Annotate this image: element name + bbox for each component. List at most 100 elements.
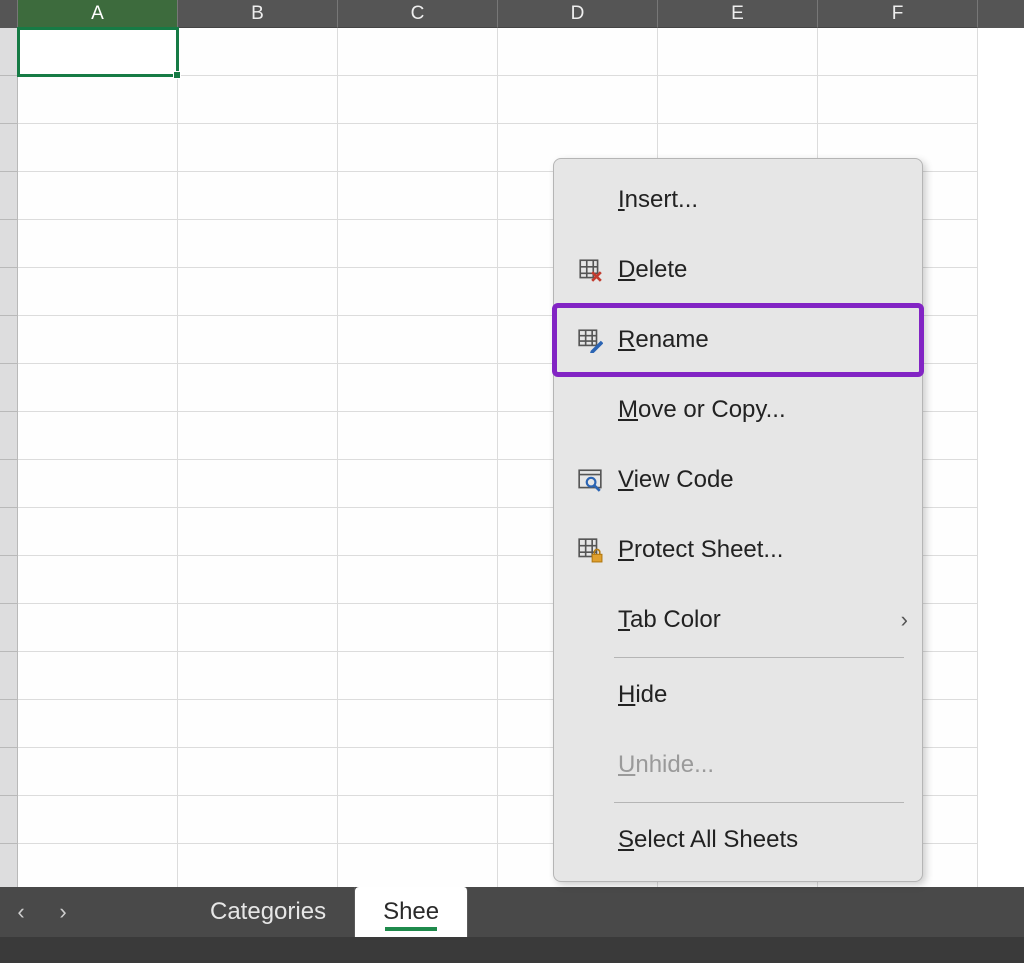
cell[interactable] bbox=[338, 652, 498, 700]
cell[interactable] bbox=[178, 556, 338, 604]
cell[interactable] bbox=[338, 28, 498, 76]
row-header[interactable] bbox=[0, 364, 18, 412]
cell[interactable] bbox=[338, 700, 498, 748]
row-header[interactable] bbox=[0, 604, 18, 652]
cell[interactable] bbox=[178, 748, 338, 796]
cell[interactable] bbox=[178, 316, 338, 364]
menu-item-protect[interactable]: Protect Sheet... bbox=[554, 515, 922, 585]
menu-item-viewcode[interactable]: View Code bbox=[554, 445, 922, 515]
menu-item-delete[interactable]: Delete bbox=[554, 235, 922, 305]
cell[interactable] bbox=[178, 844, 338, 892]
cell[interactable] bbox=[18, 28, 178, 76]
cell[interactable] bbox=[178, 460, 338, 508]
row-header[interactable] bbox=[0, 460, 18, 508]
cell[interactable] bbox=[178, 268, 338, 316]
cell[interactable] bbox=[178, 796, 338, 844]
cell[interactable] bbox=[178, 76, 338, 124]
cell[interactable] bbox=[18, 652, 178, 700]
row-header[interactable] bbox=[0, 700, 18, 748]
cell[interactable] bbox=[658, 76, 818, 124]
column-header-B[interactable]: B bbox=[178, 0, 338, 28]
cell[interactable] bbox=[338, 268, 498, 316]
cell[interactable] bbox=[338, 76, 498, 124]
select-all-corner[interactable] bbox=[0, 0, 18, 28]
sheet-nav-prev[interactable]: ‹ bbox=[0, 887, 42, 937]
cell[interactable] bbox=[338, 556, 498, 604]
cell[interactable] bbox=[818, 28, 978, 76]
column-header-F[interactable]: F bbox=[818, 0, 978, 28]
cell[interactable] bbox=[338, 124, 498, 172]
cell[interactable] bbox=[18, 748, 178, 796]
row-header[interactable] bbox=[0, 508, 18, 556]
cell[interactable] bbox=[18, 844, 178, 892]
cell[interactable] bbox=[18, 700, 178, 748]
cell[interactable] bbox=[178, 364, 338, 412]
cell[interactable] bbox=[178, 412, 338, 460]
cell[interactable] bbox=[338, 460, 498, 508]
row-header[interactable] bbox=[0, 172, 18, 220]
row-header[interactable] bbox=[0, 76, 18, 124]
menu-item-tabcolor[interactable]: Tab Color› bbox=[554, 585, 922, 655]
cell[interactable] bbox=[658, 28, 818, 76]
cell[interactable] bbox=[18, 124, 178, 172]
row-header[interactable] bbox=[0, 412, 18, 460]
cell[interactable] bbox=[338, 412, 498, 460]
cell[interactable] bbox=[178, 220, 338, 268]
cell[interactable] bbox=[338, 748, 498, 796]
menu-item-move[interactable]: Move or Copy... bbox=[554, 375, 922, 445]
cell[interactable] bbox=[338, 316, 498, 364]
cell[interactable] bbox=[178, 28, 338, 76]
row-header[interactable] bbox=[0, 652, 18, 700]
cell[interactable] bbox=[338, 364, 498, 412]
row-header[interactable] bbox=[0, 748, 18, 796]
cell[interactable] bbox=[338, 508, 498, 556]
column-header-D[interactable]: D bbox=[498, 0, 658, 28]
cell[interactable] bbox=[338, 220, 498, 268]
cell[interactable] bbox=[18, 604, 178, 652]
sheet-tab-categories[interactable]: Categories bbox=[182, 887, 355, 937]
fill-handle[interactable] bbox=[173, 71, 181, 79]
row-header[interactable] bbox=[0, 796, 18, 844]
cell[interactable] bbox=[338, 844, 498, 892]
cell[interactable] bbox=[178, 652, 338, 700]
cell[interactable] bbox=[18, 508, 178, 556]
cell[interactable] bbox=[18, 460, 178, 508]
cell[interactable] bbox=[18, 220, 178, 268]
row-header[interactable] bbox=[0, 844, 18, 892]
status-bar bbox=[0, 937, 1024, 963]
cell[interactable] bbox=[18, 412, 178, 460]
cell[interactable] bbox=[178, 124, 338, 172]
row-header[interactable] bbox=[0, 220, 18, 268]
cell[interactable] bbox=[498, 76, 658, 124]
cell[interactable] bbox=[818, 76, 978, 124]
cell[interactable] bbox=[178, 700, 338, 748]
row-header[interactable] bbox=[0, 28, 18, 76]
menu-item-selectall[interactable]: Select All Sheets bbox=[554, 805, 922, 875]
menu-item-hide[interactable]: Hide bbox=[554, 660, 922, 730]
cell[interactable] bbox=[18, 268, 178, 316]
cell[interactable] bbox=[18, 364, 178, 412]
row-header[interactable] bbox=[0, 316, 18, 364]
column-header-A[interactable]: A bbox=[18, 0, 178, 28]
cell[interactable] bbox=[178, 604, 338, 652]
column-header-C[interactable]: C bbox=[338, 0, 498, 28]
cell[interactable] bbox=[338, 796, 498, 844]
cell[interactable] bbox=[18, 316, 178, 364]
cell[interactable] bbox=[18, 172, 178, 220]
row-header[interactable] bbox=[0, 268, 18, 316]
menu-item-rename[interactable]: Rename bbox=[554, 305, 922, 375]
cell[interactable] bbox=[18, 796, 178, 844]
row-header[interactable] bbox=[0, 556, 18, 604]
menu-item-insert[interactable]: Insert... bbox=[554, 165, 922, 235]
row-header[interactable] bbox=[0, 124, 18, 172]
cell[interactable] bbox=[338, 604, 498, 652]
column-header-E[interactable]: E bbox=[658, 0, 818, 28]
cell[interactable] bbox=[18, 76, 178, 124]
sheet-nav-next[interactable]: › bbox=[42, 887, 84, 937]
cell[interactable] bbox=[178, 508, 338, 556]
cell[interactable] bbox=[498, 28, 658, 76]
sheet-tab-shee[interactable]: Shee bbox=[355, 887, 468, 937]
cell[interactable] bbox=[18, 556, 178, 604]
cell[interactable] bbox=[338, 172, 498, 220]
cell[interactable] bbox=[178, 172, 338, 220]
